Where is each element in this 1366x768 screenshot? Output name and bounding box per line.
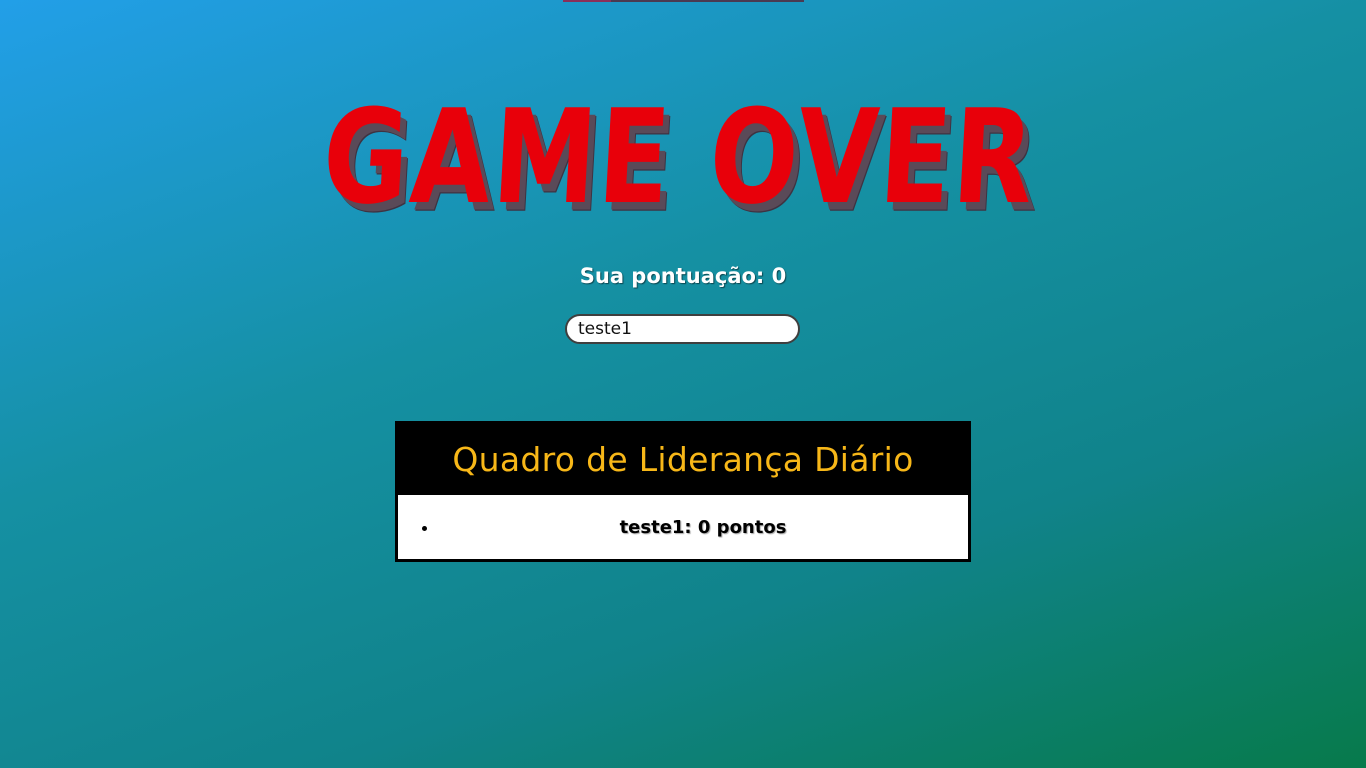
player-name-input[interactable] (565, 314, 800, 344)
top-progress-segment (563, 0, 611, 2)
leaderboard-entry: teste1: 0 pontos (398, 495, 968, 559)
leaderboard-list: teste1: 0 pontos (398, 495, 968, 559)
leaderboard-panel: Quadro de Liderança Diário teste1: 0 pon… (395, 421, 971, 562)
leaderboard-header: Quadro de Liderança Diário (398, 424, 968, 495)
game-over-heading-wrapper: GAME OVER (0, 81, 1366, 234)
top-progress-bar (563, 0, 804, 2)
score-text: Sua pontuação: 0 (579, 264, 787, 288)
leaderboard-entry-text: teste1: 0 pontos (619, 516, 787, 538)
bullet-icon (422, 526, 427, 531)
leaderboard-title: Quadro de Liderança Diário (452, 440, 914, 479)
game-over-title: GAME OVER (319, 80, 1040, 234)
